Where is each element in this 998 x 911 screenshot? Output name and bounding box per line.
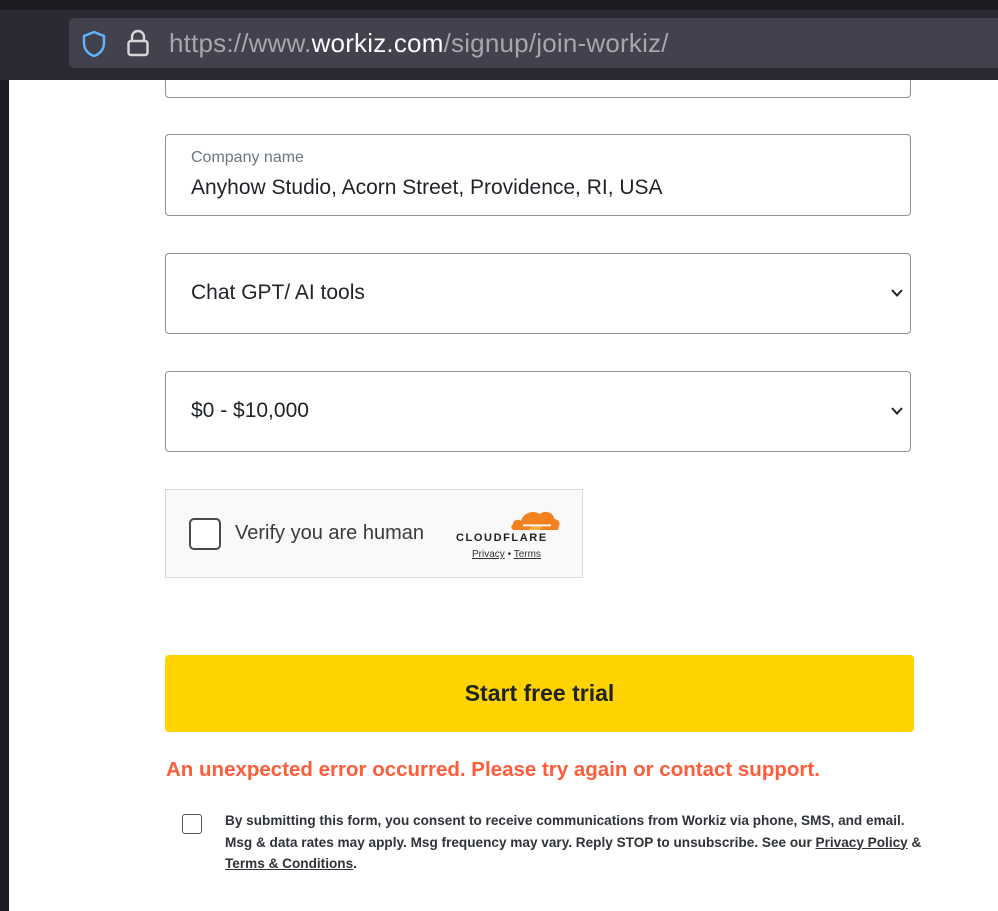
consent-checkbox[interactable] <box>182 814 202 834</box>
window-top-edge <box>0 0 998 10</box>
consent-end: . <box>353 856 357 871</box>
cloudflare-terms-link[interactable]: Terms <box>514 549 541 560</box>
cloudflare-turnstile-widget: Verify you are human CLOUDFLARE Privacy … <box>165 489 583 578</box>
privacy-policy-link[interactable]: Privacy Policy <box>816 835 908 850</box>
verify-human-label: Verify you are human <box>235 522 424 544</box>
cloudflare-wordmark: CLOUDFLARE <box>456 532 548 544</box>
company-name-label: Company name <box>191 149 304 166</box>
lock-icon[interactable] <box>125 28 151 58</box>
consent-text: By submitting this form, you consent to … <box>225 810 925 875</box>
cloudflare-cloud-icon <box>511 511 560 530</box>
error-message: An unexpected error occurred. Please try… <box>166 758 820 781</box>
terms-conditions-link[interactable]: Terms & Conditions <box>225 856 353 871</box>
start-free-trial-button[interactable]: Start free trial <box>165 655 914 732</box>
previous-field-input[interactable] <box>165 80 911 98</box>
url-host: workiz.com <box>311 28 444 58</box>
company-name-value: Anyhow Studio, Acorn Street, Providence,… <box>191 176 663 199</box>
revenue-value: $0 - $10,000 <box>191 399 309 422</box>
lead-source-value: Chat GPT/ AI tools <box>191 281 365 304</box>
window-left-edge <box>0 80 9 911</box>
cloudflare-links: Privacy • Terms <box>472 549 541 560</box>
chevron-down-icon <box>891 407 903 415</box>
revenue-select[interactable]: $0 - $10,000 <box>165 371 911 452</box>
consent-body: By submitting this form, you consent to … <box>225 813 905 850</box>
browser-toolbar: https://www.workiz.com/signup/join-worki… <box>0 10 998 80</box>
url-scheme: https://www. <box>169 28 312 58</box>
verify-human-checkbox[interactable] <box>189 518 221 550</box>
consent-amp: & <box>907 834 922 850</box>
lead-source-select[interactable]: Chat GPT/ AI tools <box>165 253 911 334</box>
signup-page: Company name Anyhow Studio, Acorn Street… <box>9 80 998 911</box>
url-text[interactable]: https://www.workiz.com/signup/join-worki… <box>169 18 669 68</box>
cloudflare-link-separator: • <box>507 549 512 560</box>
tracking-protection-shield-icon[interactable] <box>81 30 107 58</box>
url-path: /signup/join-workiz/ <box>443 28 669 58</box>
cloudflare-privacy-link[interactable]: Privacy <box>472 549 505 560</box>
address-bar[interactable]: https://www.workiz.com/signup/join-worki… <box>69 18 998 68</box>
company-name-field[interactable]: Company name Anyhow Studio, Acorn Street… <box>165 134 911 216</box>
chevron-down-icon <box>891 289 903 297</box>
